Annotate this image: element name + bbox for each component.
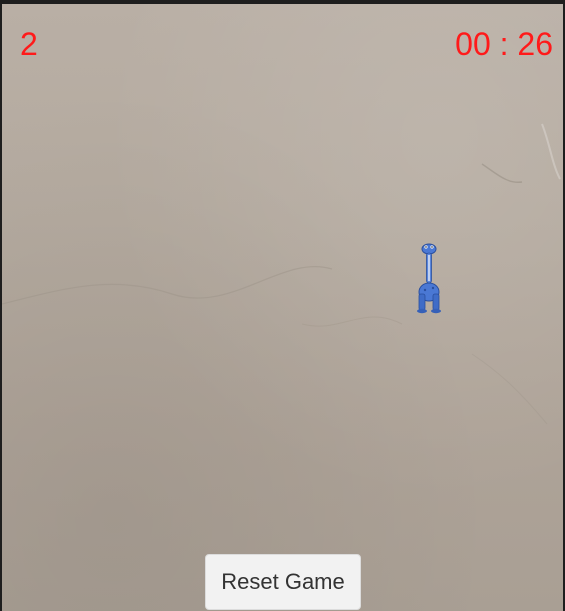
blue-dinosaur-icon[interactable] <box>412 242 444 314</box>
wall-texture <box>2 123 561 425</box>
reset-game-button[interactable]: Reset Game <box>205 554 361 610</box>
score-counter: 2 <box>20 26 38 62</box>
countdown-timer: 00 : 26 <box>455 26 553 62</box>
camera-view[interactable]: 2 00 : 26 Reset Game <box>2 4 563 611</box>
game-window: 2 00 : 26 Reset Game <box>0 0 565 611</box>
